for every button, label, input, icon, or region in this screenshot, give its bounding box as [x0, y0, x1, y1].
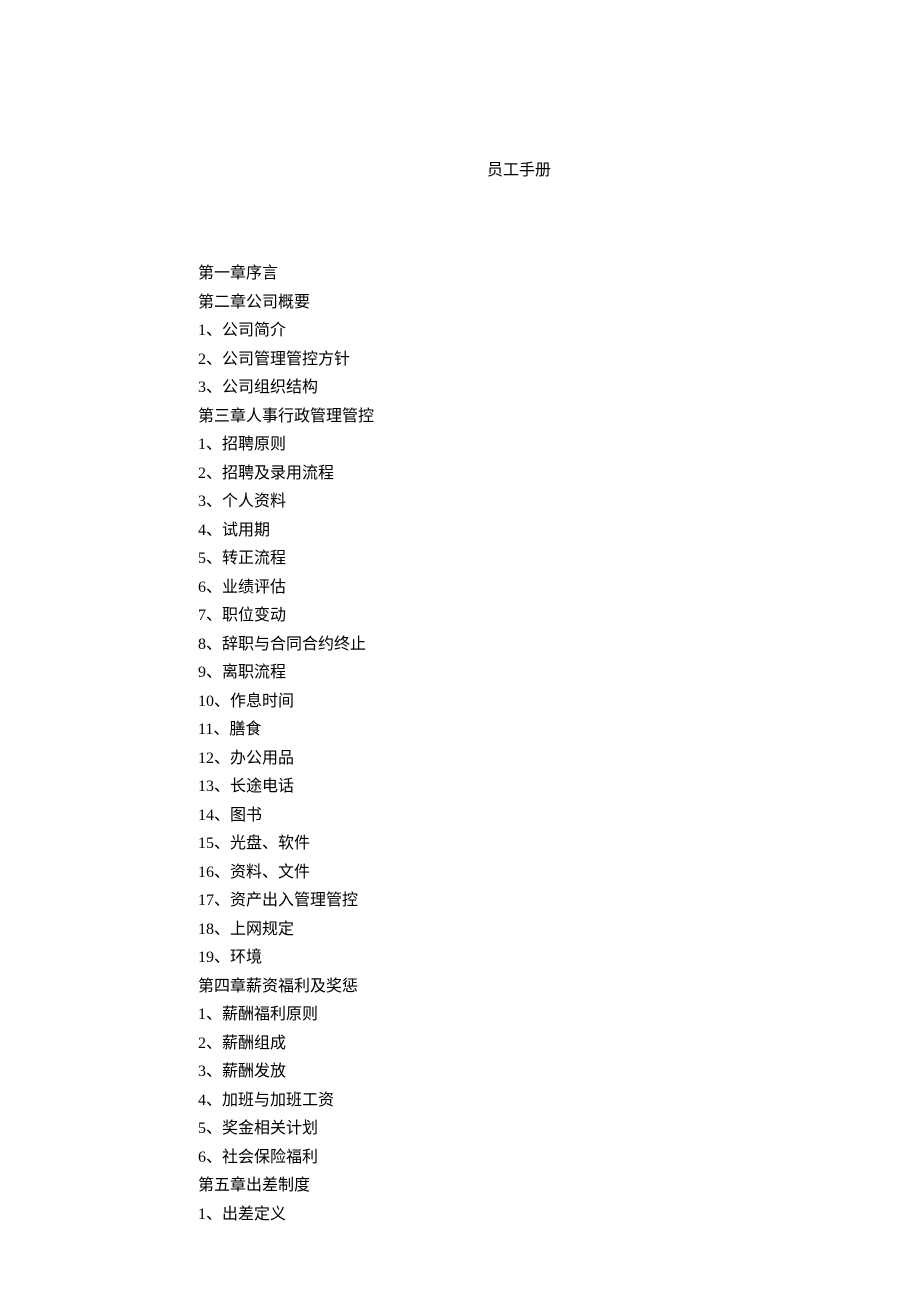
- toc-item: 第一章序言: [198, 260, 800, 289]
- table-of-contents: 第一章序言 第二章公司概要 1、公司简介 2、公司管理管控方针 3、公司组织结构…: [198, 260, 800, 1229]
- toc-item: 1、出差定义: [198, 1201, 800, 1230]
- toc-item: 1、招聘原则: [198, 431, 800, 460]
- toc-item: 3、公司组织结构: [198, 374, 800, 403]
- toc-item: 9、离职流程: [198, 659, 800, 688]
- toc-item: 14、图书: [198, 802, 800, 831]
- toc-item: 19、环境: [198, 944, 800, 973]
- toc-item: 6、社会保险福利: [198, 1144, 800, 1173]
- toc-item: 第四章薪资福利及奖惩: [198, 973, 800, 1002]
- toc-item: 8、辞职与合同合约终止: [198, 631, 800, 660]
- toc-item: 11、膳食: [198, 716, 800, 745]
- toc-item: 5、奖金相关计划: [198, 1115, 800, 1144]
- toc-item: 4、试用期: [198, 517, 800, 546]
- toc-item: 2、招聘及录用流程: [198, 460, 800, 489]
- toc-item: 1、薪酬福利原则: [198, 1001, 800, 1030]
- toc-item: 17、资产出入管理管控: [198, 887, 800, 916]
- document-title: 员工手册: [238, 156, 800, 180]
- toc-item: 15、光盘、软件: [198, 830, 800, 859]
- toc-item: 18、上网规定: [198, 916, 800, 945]
- toc-item: 7、职位变动: [198, 602, 800, 631]
- document-page: 员工手册 第一章序言 第二章公司概要 1、公司简介 2、公司管理管控方针 3、公…: [0, 0, 920, 1229]
- toc-item: 1、公司简介: [198, 317, 800, 346]
- toc-item: 4、加班与加班工资: [198, 1087, 800, 1116]
- toc-item: 5、转正流程: [198, 545, 800, 574]
- toc-item: 13、长途电话: [198, 773, 800, 802]
- toc-item: 10、作息时间: [198, 688, 800, 717]
- toc-item: 2、薪酬组成: [198, 1030, 800, 1059]
- toc-item: 第三章人事行政管理管控: [198, 403, 800, 432]
- toc-item: 3、个人资料: [198, 488, 800, 517]
- toc-item: 第二章公司概要: [198, 289, 800, 318]
- toc-item: 12、办公用品: [198, 745, 800, 774]
- toc-item: 第五章出差制度: [198, 1172, 800, 1201]
- toc-item: 16、资料、文件: [198, 859, 800, 888]
- toc-item: 6、业绩评估: [198, 574, 800, 603]
- toc-item: 2、公司管理管控方针: [198, 346, 800, 375]
- toc-item: 3、薪酬发放: [198, 1058, 800, 1087]
